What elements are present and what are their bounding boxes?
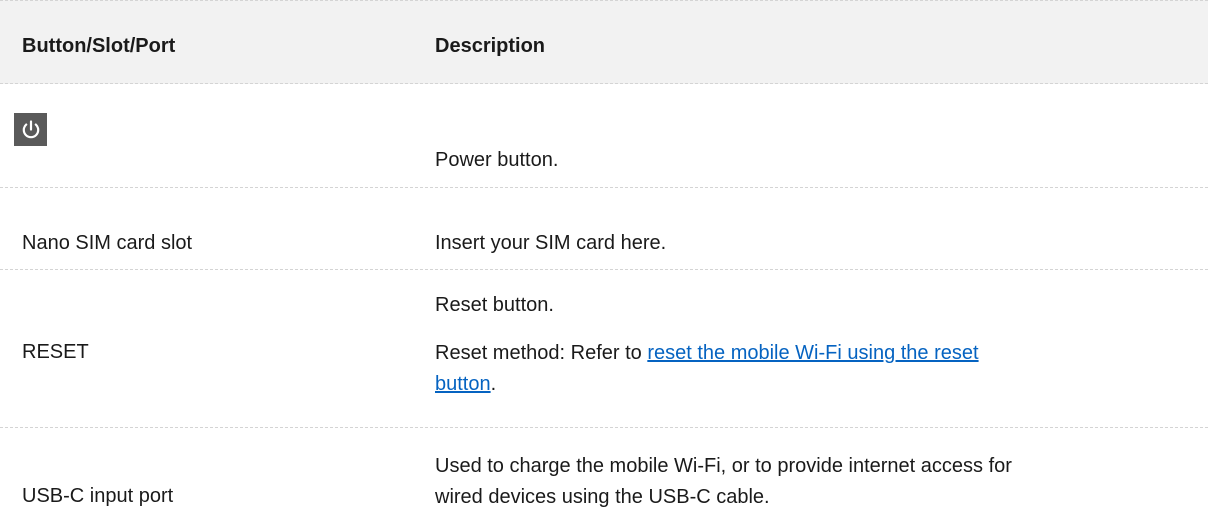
reset-method-suffix: . xyxy=(490,373,497,395)
usb-c-description-line-1: Used to charge the mobile Wi-Fi, or to p… xyxy=(435,455,1012,477)
table-row xyxy=(0,84,1208,188)
ports-table: Button/Slot/Port Description Power butto… xyxy=(0,0,1208,531)
header-button-slot-port: Button/Slot/Port xyxy=(22,35,176,57)
reset-method-prefix: Reset method: Refer to xyxy=(435,342,648,364)
power-icon xyxy=(14,113,47,146)
reset-guide-link-continued[interactable]: button xyxy=(435,373,491,395)
usb-c-label: USB-C input port xyxy=(22,485,174,507)
table-row xyxy=(0,428,1208,531)
usb-c-description-line-2: wired devices using the USB-C cable. xyxy=(435,486,770,508)
reset-method-line: Reset method: Refer to reset the mobile … xyxy=(435,341,1195,365)
reset-label: RESET xyxy=(22,341,89,363)
reset-method-line-2: button. xyxy=(435,372,1195,396)
nano-sim-description: Insert your SIM card here. xyxy=(435,232,667,254)
table-row xyxy=(0,188,1208,270)
table-header-row: Button/Slot/Port Description xyxy=(0,0,1208,84)
reset-description: Reset button. xyxy=(435,294,554,316)
reset-guide-link[interactable]: reset the mobile Wi-Fi using the reset xyxy=(647,342,978,364)
nano-sim-label: Nano SIM card slot xyxy=(22,232,193,254)
power-description: Power button. xyxy=(435,149,559,171)
header-description: Description xyxy=(435,35,546,57)
